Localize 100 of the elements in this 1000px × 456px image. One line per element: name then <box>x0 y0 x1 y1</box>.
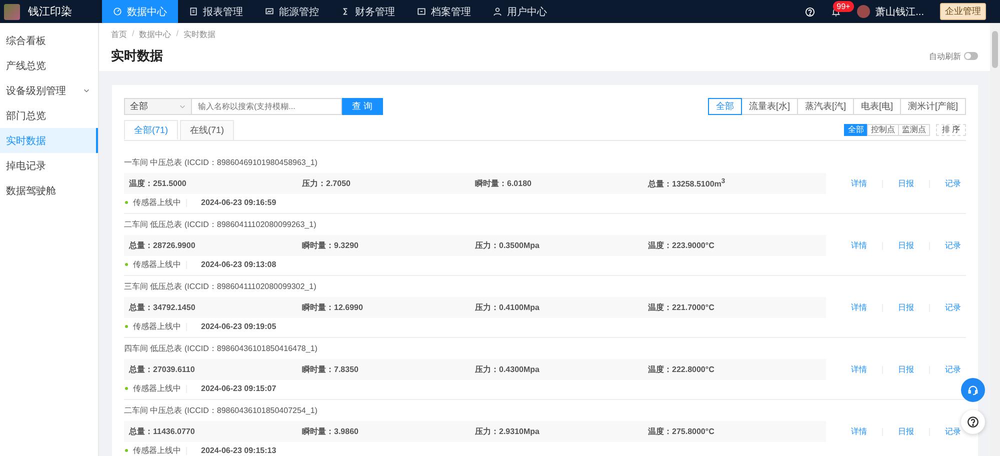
headset-icon <box>967 384 979 396</box>
action-link[interactable]: 记录 <box>945 178 961 189</box>
action-link[interactable]: 详情 <box>851 178 867 189</box>
action-link[interactable]: 记录 <box>945 240 961 251</box>
notification-badge: 99+ <box>832 0 854 12</box>
user-icon <box>493 7 502 16</box>
record-title: 三车间 低压总表 (ICCID：89860411102080099302_1) <box>124 281 318 293</box>
metric-reading: 压力：0.4100Mpa <box>475 302 540 313</box>
breadcrumb-separator: / <box>132 29 134 40</box>
search-field[interactable]: 输入名称以搜索(支持模糊... <box>192 98 342 115</box>
metric-reading: 瞬时量：3.9860 <box>302 426 360 437</box>
status-label: 传感器上线中 <box>133 259 181 270</box>
status-label: 传感器上线中 <box>133 321 181 332</box>
help-icon[interactable] <box>804 6 815 16</box>
action-link[interactable]: 日报 <box>898 240 914 251</box>
sidebar-item[interactable]: 实时数据 <box>0 128 98 153</box>
meter-type-tab[interactable]: 全部 <box>708 98 742 115</box>
status-tab[interactable]: 在线(71) <box>180 120 234 140</box>
nav-tab[interactable]: 报表管理 <box>178 0 254 23</box>
metric-reading: 总量：27039.6110 <box>129 364 196 375</box>
query-button[interactable]: 查 询 <box>342 98 383 115</box>
metric-reading: 瞬时量：12.6990 <box>302 302 364 313</box>
category-select[interactable]: 全部 <box>124 98 192 115</box>
nav-tab[interactable]: 能源管控 <box>254 0 330 23</box>
record-title: 四车间 低压总表 (ICCID：89860436101850416478_1) <box>124 343 318 355</box>
record-title: 二车间 低压总表 (ICCID：89860411102080099263_1) <box>124 219 318 231</box>
logo-image <box>4 4 20 20</box>
meter-type-tab[interactable]: 流量表[水] <box>740 98 798 115</box>
record-title: 二车间 中压总表 (ICCID：89860436101850407254_1) <box>124 405 318 417</box>
folder-icon <box>417 7 426 16</box>
metric-reading: 压力：0.3500Mpa <box>475 240 540 251</box>
user-avatar <box>856 5 870 18</box>
status-label: 传感器上线中 <box>133 197 181 208</box>
action-link[interactable]: 日报 <box>898 178 914 189</box>
currency-icon <box>341 7 350 16</box>
metric-reading: 压力：2.9310Mpa <box>475 426 540 437</box>
action-link[interactable]: 日报 <box>898 364 914 375</box>
metric-reading: 总量：13258.5100m$^{3}$ <box>648 178 726 190</box>
update-time: 2024-06-23 09:19:05 <box>201 322 276 331</box>
point-type-tab[interactable]: 全部 <box>844 124 868 136</box>
metric-reading: 压力：0.4300Mpa <box>475 364 540 375</box>
meter-type-tab[interactable]: 测米计[产能] <box>900 98 966 115</box>
sidebar-item[interactable]: 部门总览 <box>0 103 98 128</box>
point-type-tab[interactable]: 监测点 <box>898 124 930 136</box>
breadcrumb-link[interactable]: 数据中心 <box>139 29 172 40</box>
status-label: 传感器上线中 <box>133 445 181 456</box>
update-time: 2024-06-23 09:16:59 <box>201 198 276 207</box>
action-link[interactable]: 日报 <box>898 426 914 437</box>
metric-reading: 温度：221.7000°C <box>648 302 716 313</box>
update-time: 2024-06-23 09:15:13 <box>201 446 276 455</box>
sidebar-item[interactable]: 产线总览 <box>0 53 98 78</box>
gauge-icon <box>113 7 122 16</box>
action-link[interactable]: 记录 <box>945 302 961 313</box>
sort-button[interactable]: 排 序 <box>936 124 966 136</box>
metric-reading: 温度：251.5000 <box>129 178 188 189</box>
sidebar-item[interactable]: 设备级别管理 <box>0 78 98 103</box>
sidebar-item[interactable]: 综合看板 <box>0 28 98 53</box>
metric-reading: 瞬时量：7.8350 <box>302 364 360 375</box>
monitor-icon <box>265 7 274 16</box>
sidebar-item[interactable]: 数据驾驶舱 <box>0 178 98 203</box>
auto-refresh-label: 自动刷新 <box>929 50 961 62</box>
nav-tab[interactable]: 财务管理 <box>330 0 406 23</box>
help-button[interactable] <box>961 410 985 434</box>
metric-reading: 瞬时量：9.3290 <box>302 240 360 251</box>
action-link[interactable]: 详情 <box>851 426 867 437</box>
action-link[interactable]: 详情 <box>851 240 867 251</box>
metric-reading: 温度：222.8000°C <box>648 364 716 375</box>
sidebar-item[interactable]: 掉电记录 <box>0 153 98 178</box>
help-icon <box>967 416 979 428</box>
status-label: 传感器上线中 <box>133 383 181 394</box>
meter-type-tab[interactable]: 电表[电] <box>852 98 901 115</box>
app-logo-text: 钱江印染 <box>28 4 72 19</box>
nav-tab[interactable]: 数据中心 <box>102 0 178 23</box>
user-name[interactable]: 萧山钱江... <box>876 4 924 18</box>
metric-reading: 压力：2.7050 <box>302 178 352 189</box>
metric-reading: 温度：275.8000°C <box>648 426 716 437</box>
update-time: 2024-06-23 09:15:07 <box>201 384 276 393</box>
action-link[interactable]: 日报 <box>898 302 914 313</box>
metric-reading: 瞬时量：6.0180 <box>475 178 532 189</box>
action-link[interactable]: 详情 <box>851 364 867 375</box>
action-link[interactable]: 记录 <box>945 426 961 437</box>
status-tab[interactable]: 全部(71) <box>124 120 178 140</box>
scrollbar-thumb[interactable] <box>992 31 998 68</box>
enterprise-button[interactable]: 企业管理 <box>940 3 986 20</box>
nav-tab[interactable]: 档案管理 <box>406 0 482 23</box>
metric-reading: 温度：223.9000°C <box>648 240 716 251</box>
metric-reading: 总量：11436.0770 <box>129 426 196 437</box>
meter-type-tab[interactable]: 蒸汽表[汽] <box>796 98 854 115</box>
action-link[interactable]: 记录 <box>945 364 961 375</box>
metric-reading: 总量：34792.1450 <box>129 302 196 313</box>
nav-tab[interactable]: 用户中心 <box>482 0 558 23</box>
record-title: 一车间 中压总表 (ICCID：89860469101980458963_1) <box>124 157 318 169</box>
document-icon <box>189 7 198 16</box>
point-type-tab[interactable]: 控制点 <box>866 124 899 136</box>
breadcrumb-link[interactable]: 首页 <box>111 29 127 40</box>
toggle-switch[interactable] <box>964 52 978 60</box>
chevron-down-icon <box>179 103 186 110</box>
update-time: 2024-06-23 09:13:08 <box>201 260 276 269</box>
support-button[interactable] <box>961 378 985 402</box>
action-link[interactable]: 详情 <box>851 302 867 313</box>
